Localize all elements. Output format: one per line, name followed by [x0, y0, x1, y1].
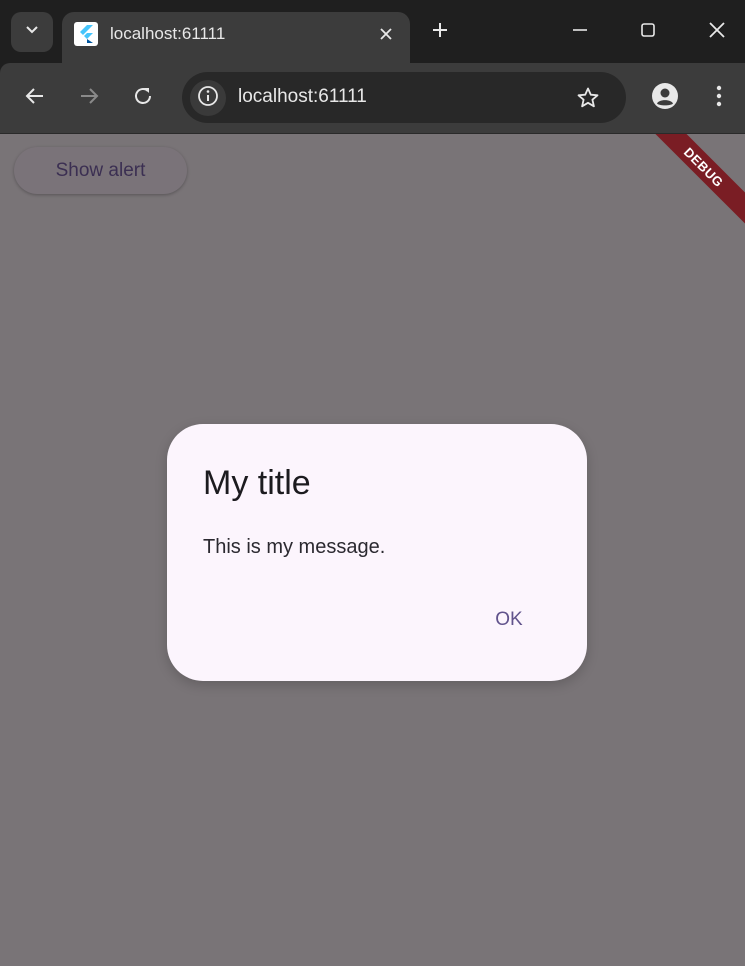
tab-search-button[interactable] — [11, 12, 53, 52]
dialog-title: My title — [203, 464, 311, 502]
debug-banner: DEBUG — [636, 134, 745, 235]
close-icon — [708, 21, 726, 44]
url-text[interactable]: localhost:61111 — [238, 86, 367, 108]
arrow-right-icon — [78, 85, 100, 112]
alert-dialog: My title This is my message. OK — [167, 424, 587, 681]
minimize-button[interactable] — [566, 18, 594, 46]
forward-button[interactable] — [74, 83, 104, 113]
tab-title: localhost:61111 — [110, 24, 226, 43]
dialog-message: This is my message. — [203, 536, 386, 558]
browser-tab[interactable]: localhost:61111 — [62, 12, 410, 63]
arrow-left-icon — [24, 85, 46, 112]
tab-strip: localhost:61111 — [0, 0, 745, 63]
plus-icon — [431, 21, 449, 44]
back-button[interactable] — [20, 83, 50, 113]
more-vert-icon — [716, 85, 722, 112]
reload-icon — [132, 85, 154, 112]
address-bar[interactable]: localhost:61111 — [182, 72, 626, 123]
flutter-logo-icon — [74, 22, 98, 46]
info-icon — [197, 85, 219, 112]
profile-button[interactable] — [650, 82, 680, 115]
site-info-button[interactable] — [190, 80, 226, 116]
person-icon — [651, 82, 679, 115]
reload-button[interactable] — [128, 83, 158, 113]
show-alert-button[interactable]: Show alert — [14, 147, 187, 194]
page-viewport: Show alert DEBUG My title This is my mes… — [0, 134, 745, 966]
minimize-icon — [572, 22, 588, 43]
ok-button[interactable]: OK — [477, 598, 541, 642]
new-tab-button[interactable] — [426, 18, 454, 46]
browser-menu-button[interactable] — [704, 83, 734, 113]
maximize-button[interactable] — [634, 18, 662, 46]
chevron-down-icon — [25, 23, 39, 42]
star-icon[interactable] — [574, 84, 602, 112]
maximize-icon — [640, 22, 656, 43]
close-icon[interactable] — [374, 22, 398, 46]
close-window-button[interactable] — [703, 18, 731, 46]
browser-toolbar: localhost:61111 — [0, 63, 745, 133]
